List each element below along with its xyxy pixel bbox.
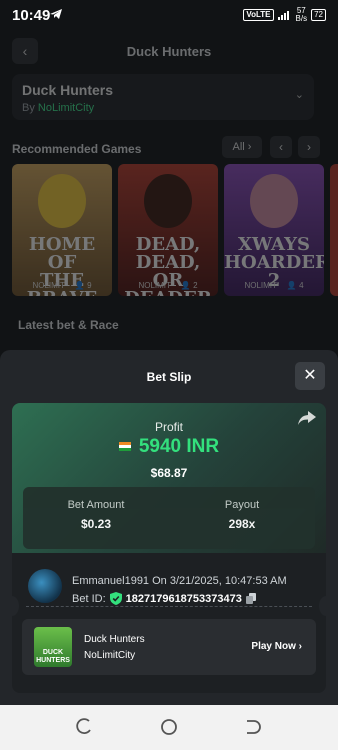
- game-page-background: ‹ Duck Hunters Duck Hunters By NoLimitCi…: [0, 30, 338, 350]
- profit-value: 5940 INR: [12, 436, 326, 458]
- game-card-footer: NOLIMIT 👤 9: [12, 281, 112, 290]
- game-title: Duck Hunters: [22, 82, 114, 98]
- status-time: 10:49: [12, 7, 51, 24]
- home-icon[interactable]: [159, 717, 179, 737]
- game-card[interactable]: XWAYS HOARDER 2 NOLIMIT 👤 4: [224, 164, 324, 296]
- copy-icon[interactable]: [245, 593, 256, 604]
- by-label: By: [22, 102, 35, 114]
- system-nav-bar: [0, 705, 338, 750]
- game-card-art: [250, 174, 298, 228]
- bet-id-value: 1827179618753373473: [125, 592, 242, 605]
- profit-label: Profit: [154, 420, 183, 434]
- battery-icon: 72: [311, 9, 326, 21]
- all-label: All: [232, 141, 245, 153]
- sheet-title: Bet Slip: [146, 370, 192, 384]
- bet-slip-card: Profit 5940 INR $68.87 Bet Amount $0.23 …: [12, 403, 326, 693]
- players-count: 👤 2: [180, 281, 198, 290]
- telegram-icon: [50, 9, 62, 19]
- bet-user-line: Emmanuel1991 On 3/21/2025, 10:47:53 AM: [72, 575, 287, 587]
- top-bar: ‹ Duck Hunters: [12, 38, 326, 66]
- page-title: Duck Hunters: [126, 44, 212, 59]
- india-flag-icon: [118, 442, 131, 452]
- chevron-down-icon: ⌄: [294, 89, 304, 101]
- close-button[interactable]: ✕: [295, 362, 325, 390]
- net-speed: 57 B/s: [296, 7, 308, 23]
- players-count: 👤 9: [74, 281, 92, 290]
- back-icon[interactable]: [242, 717, 262, 737]
- game-provider: NoLimitCity: [84, 650, 136, 661]
- brand-label: NOLIMIT: [32, 281, 65, 290]
- game-card-art: [144, 174, 192, 228]
- game-info-dropdown[interactable]: Duck Hunters By NoLimitCity ⌄: [12, 74, 314, 120]
- chevron-right-icon: ›: [298, 641, 302, 652]
- play-now-button[interactable]: Play Now ›: [251, 641, 302, 652]
- provider-link[interactable]: NoLimitCity: [38, 102, 94, 114]
- ticket-divider: [26, 606, 312, 607]
- payout-label: Payout: [224, 499, 260, 511]
- signal-icon: [277, 11, 289, 20]
- brand-label: NOLIMIT: [244, 281, 277, 290]
- net-speed-unit: B/s: [295, 14, 308, 23]
- all-games-button[interactable]: All ›: [222, 136, 262, 158]
- profit-amount: 5940 INR: [138, 436, 220, 457]
- game-provider-line: By NoLimitCity: [22, 102, 94, 114]
- verified-shield-icon: [109, 592, 122, 605]
- game-thumbnail: DUCK HUNTERS: [34, 627, 72, 667]
- bet-slip-sheet: Bet Slip ✕ Profit 5940 INR $68.87 Bet Am…: [0, 350, 338, 705]
- status-icons: VoLTE 57 B/s 72: [243, 7, 326, 23]
- bet-id-label: Bet ID:: [72, 592, 106, 605]
- avatar[interactable]: [28, 569, 62, 603]
- status-bar: 10:49 VoLTE 57 B/s 72: [0, 0, 338, 30]
- bet-id-row: Bet ID: 1827179618753373473: [72, 592, 256, 605]
- recent-apps-icon[interactable]: [74, 717, 94, 737]
- carousel-next-button[interactable]: ›: [298, 136, 320, 158]
- latest-bet-heading: Latest bet & Race: [18, 318, 119, 332]
- recommended-heading: Recommended Games: [12, 142, 142, 156]
- volte-badge: VoLTE: [243, 9, 274, 21]
- profit-usd: $68.87: [150, 466, 188, 480]
- bet-stats: Bet Amount $0.23 Payout 298x: [23, 487, 315, 549]
- play-now-label: Play Now: [251, 641, 296, 652]
- payout-value: 298x: [228, 517, 256, 531]
- game-row[interactable]: DUCK HUNTERS Duck Hunters NoLimitCity Pla…: [22, 619, 316, 675]
- game-card[interactable]: HOME OFTHE BRAVE NOLIMIT👤 9: [12, 164, 112, 296]
- bet-amount-value: $0.23: [80, 517, 112, 531]
- game-name: Duck Hunters: [84, 634, 145, 645]
- game-card[interactable]: DEAD, DEAD,OR DEADER NOLIMIT👤 2: [118, 164, 218, 296]
- bet-amount-label: Bet Amount: [67, 499, 125, 511]
- players-count: 👤 4: [286, 281, 304, 290]
- game-card-footer: NOLIMIT 👤 4: [224, 281, 324, 290]
- thumbnail-text: DUCK HUNTERS: [36, 649, 70, 664]
- profit-panel: Profit 5940 INR $68.87 Bet Amount $0.23 …: [12, 403, 326, 553]
- game-card-art: [38, 174, 86, 228]
- game-card-footer: NOLIMIT 👤 2: [118, 281, 218, 290]
- close-icon: ✕: [303, 367, 317, 384]
- game-card-partial: [330, 164, 338, 296]
- ticket-notch-right: [319, 596, 326, 616]
- ticket-notch-left: [12, 596, 19, 616]
- brand-label: NOLIMIT: [138, 281, 171, 290]
- carousel-prev-button[interactable]: ‹: [270, 136, 292, 158]
